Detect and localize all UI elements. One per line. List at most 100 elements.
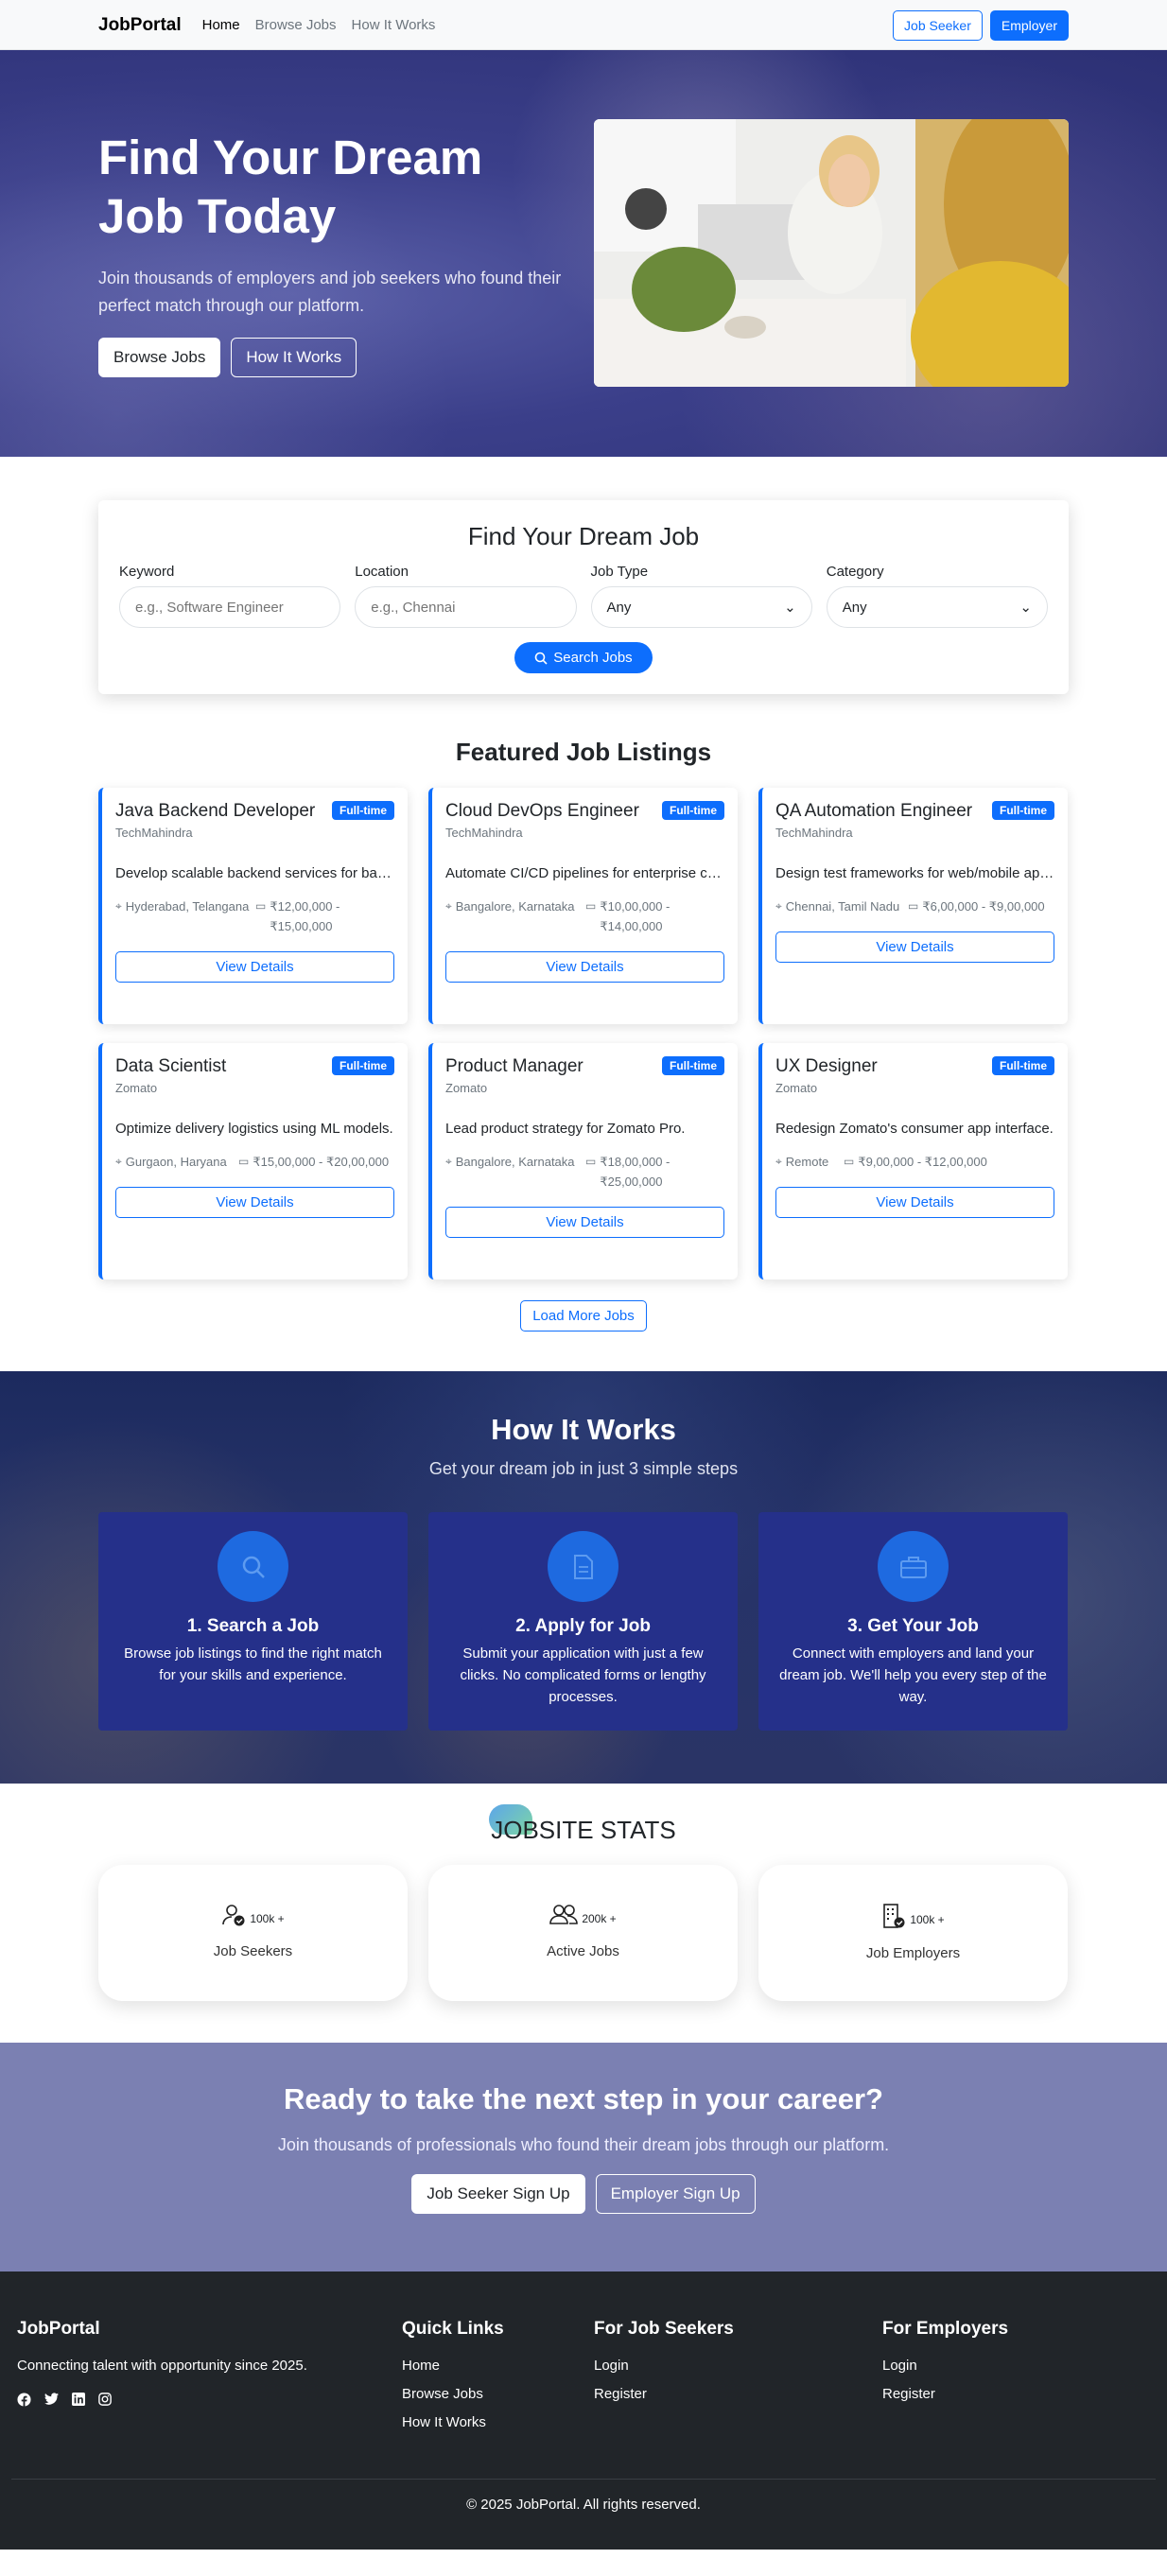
cta-title: Ready to take the next step in your care… — [284, 2082, 883, 2115]
job-description: Design test frameworks for web/mobile ap… — [775, 865, 1054, 881]
nav-link-home[interactable]: Home — [202, 17, 240, 33]
nav-link-how-it-works[interactable]: How It Works — [352, 17, 436, 33]
footer-tagline: Connecting talent with opportunity since… — [17, 2358, 307, 2374]
job-location: Gurgaon, Haryana — [125, 1155, 227, 1169]
job-salary: ₹9,00,000 - ₹12,00,000 — [858, 1155, 987, 1169]
stat-label: Active Jobs — [547, 1943, 619, 1959]
job-company: TechMahindra — [775, 826, 853, 840]
location-pin-icon: ⌖ — [445, 899, 452, 913]
twitter-icon[interactable] — [44, 2393, 59, 2410]
job-description: Lead product strategy for Zomato Pro. — [445, 1121, 686, 1137]
view-details-button[interactable]: View Details — [115, 1187, 394, 1218]
for-employers-title: For Employers — [882, 2319, 1009, 2339]
job-location: Bangalore, Karnataka — [455, 1155, 575, 1169]
job-company: TechMahindra — [115, 826, 193, 840]
job-type-badge: Full-time — [992, 1056, 1054, 1075]
hero-section: Find Your Dream Job Today Join thousands… — [0, 50, 1167, 457]
job-card: Data Scientist Full-time Zomato Optimize … — [98, 1043, 408, 1279]
view-details-button[interactable]: View Details — [445, 951, 724, 983]
job-type-select[interactable]: Any ⌄ — [590, 586, 812, 628]
money-icon: ▭ — [844, 1155, 855, 1168]
location-input[interactable] — [355, 586, 577, 628]
keyword-label: Keyword — [119, 564, 175, 580]
job-location: Remote — [785, 1155, 829, 1169]
step-title: 1. Search a Job — [186, 1616, 320, 1636]
search-card: Find Your Dream Job Keyword Location Job… — [98, 500, 1069, 694]
stats-title: JOBSITE STATS — [489, 1804, 676, 1845]
stat-count: 200k + — [582, 1911, 617, 1925]
job-seeker-signup-button[interactable]: Job Seeker Sign Up — [411, 2174, 585, 2214]
step-title: 2. Apply for Job — [515, 1616, 651, 1636]
facebook-icon[interactable] — [17, 2393, 31, 2410]
location-pin-icon: ⌖ — [445, 1155, 452, 1168]
location-pin-icon: ⌖ — [115, 1155, 122, 1168]
location-label: Location — [355, 564, 409, 580]
employer-login-link[interactable]: Login — [882, 2358, 1008, 2374]
footer-brand: JobPortal — [17, 2319, 100, 2339]
job-seeker-button[interactable]: Job Seeker — [893, 9, 983, 41]
navbar: JobPortal Home Browse Jobs How It Works … — [0, 0, 1167, 50]
instagram-icon[interactable] — [98, 2393, 112, 2410]
job-company: TechMahindra — [445, 826, 523, 840]
job-location: Chennai, Tamil Nadu — [785, 899, 900, 914]
search-jobs-label: Search Jobs — [553, 650, 633, 666]
job-salary: ₹18,00,000 - ₹25,00,000 — [600, 1155, 671, 1189]
hero-title: Find Your Dream Job Today — [98, 131, 483, 243]
job-type-badge: Full-time — [992, 801, 1054, 820]
employer-register-link[interactable]: Register — [882, 2386, 1008, 2402]
stat-card: 200k + Active Jobs — [428, 1865, 738, 2001]
job-title: Cloud DevOps Engineer — [445, 801, 639, 821]
job-card: QA Automation Engineer Full-time TechMahi… — [758, 788, 1068, 1024]
employer-signup-button[interactable]: Employer Sign Up — [595, 2174, 756, 2214]
job-salary: ₹6,00,000 - ₹9,00,000 — [922, 899, 1045, 914]
brand-logo[interactable]: JobPortal — [98, 15, 182, 36]
footer-link-browse-jobs[interactable]: Browse Jobs — [402, 2386, 594, 2402]
category-label: Category — [826, 564, 884, 580]
linkedin-icon[interactable] — [72, 2393, 85, 2410]
view-details-button[interactable]: View Details — [115, 951, 394, 983]
seeker-register-link[interactable]: Register — [594, 2386, 882, 2402]
copyright: © 2025 JobPortal. All rights reserved. — [466, 2497, 701, 2513]
job-card: Java Backend Developer Full-time TechMahi… — [98, 788, 408, 1024]
how-it-works-button[interactable]: How It Works — [231, 338, 357, 377]
job-description: Optimize delivery logistics using ML mod… — [115, 1121, 393, 1137]
keyword-input[interactable] — [119, 586, 341, 628]
job-type-value: Any — [606, 599, 632, 616]
browse-jobs-button[interactable]: Browse Jobs — [98, 338, 221, 377]
search-icon — [534, 652, 548, 665]
stat-label: Job Employers — [865, 1945, 961, 1961]
search-jobs-button[interactable]: Search Jobs — [514, 642, 653, 673]
job-title: UX Designer — [775, 1056, 878, 1076]
hero-image — [594, 119, 1069, 387]
view-details-button[interactable]: View Details — [775, 1187, 1054, 1218]
category-select[interactable]: Any ⌄ — [826, 586, 1048, 628]
money-icon: ▭ — [585, 899, 597, 913]
chevron-down-icon: ⌄ — [784, 600, 796, 616]
job-description: Redesign Zomato's consumer app interface… — [775, 1121, 1054, 1137]
job-company: Zomato — [115, 1081, 158, 1095]
for-job-seekers-title: For Job Seekers — [594, 2319, 734, 2339]
nav-link-browse-jobs[interactable]: Browse Jobs — [255, 17, 337, 33]
job-description: Automate CI/CD pipelines for enterprise … — [445, 865, 724, 881]
load-more-jobs-button[interactable]: Load More Jobs — [520, 1300, 647, 1332]
footer-link-how-it-works[interactable]: How It Works — [402, 2414, 594, 2430]
job-company: Zomato — [445, 1081, 488, 1095]
step-description: Browse job listings to find the right ma… — [124, 1645, 382, 1683]
view-details-button[interactable]: View Details — [775, 931, 1054, 963]
job-type-label: Job Type — [590, 564, 649, 580]
featured-title: Featured Job Listings — [455, 738, 712, 766]
job-salary: ₹15,00,000 - ₹20,00,000 — [253, 1155, 390, 1169]
document-icon — [548, 1531, 618, 1602]
job-title: Product Manager — [445, 1056, 584, 1076]
view-details-button[interactable]: View Details — [445, 1207, 724, 1238]
job-company: Zomato — [775, 1081, 818, 1095]
job-card: Cloud DevOps Engineer Full-time TechMahin… — [428, 788, 738, 1024]
location-pin-icon: ⌖ — [775, 899, 782, 913]
money-icon: ▭ — [585, 1155, 597, 1168]
seeker-login-link[interactable]: Login — [594, 2358, 882, 2374]
how-title: How It Works — [491, 1413, 676, 1446]
step-description: Connect with employers and land your dre… — [779, 1645, 1047, 1705]
footer-link-home[interactable]: Home — [402, 2358, 594, 2374]
step-card: 3. Get Your Job Connect with employers a… — [758, 1512, 1068, 1731]
employer-button[interactable]: Employer — [989, 9, 1069, 41]
